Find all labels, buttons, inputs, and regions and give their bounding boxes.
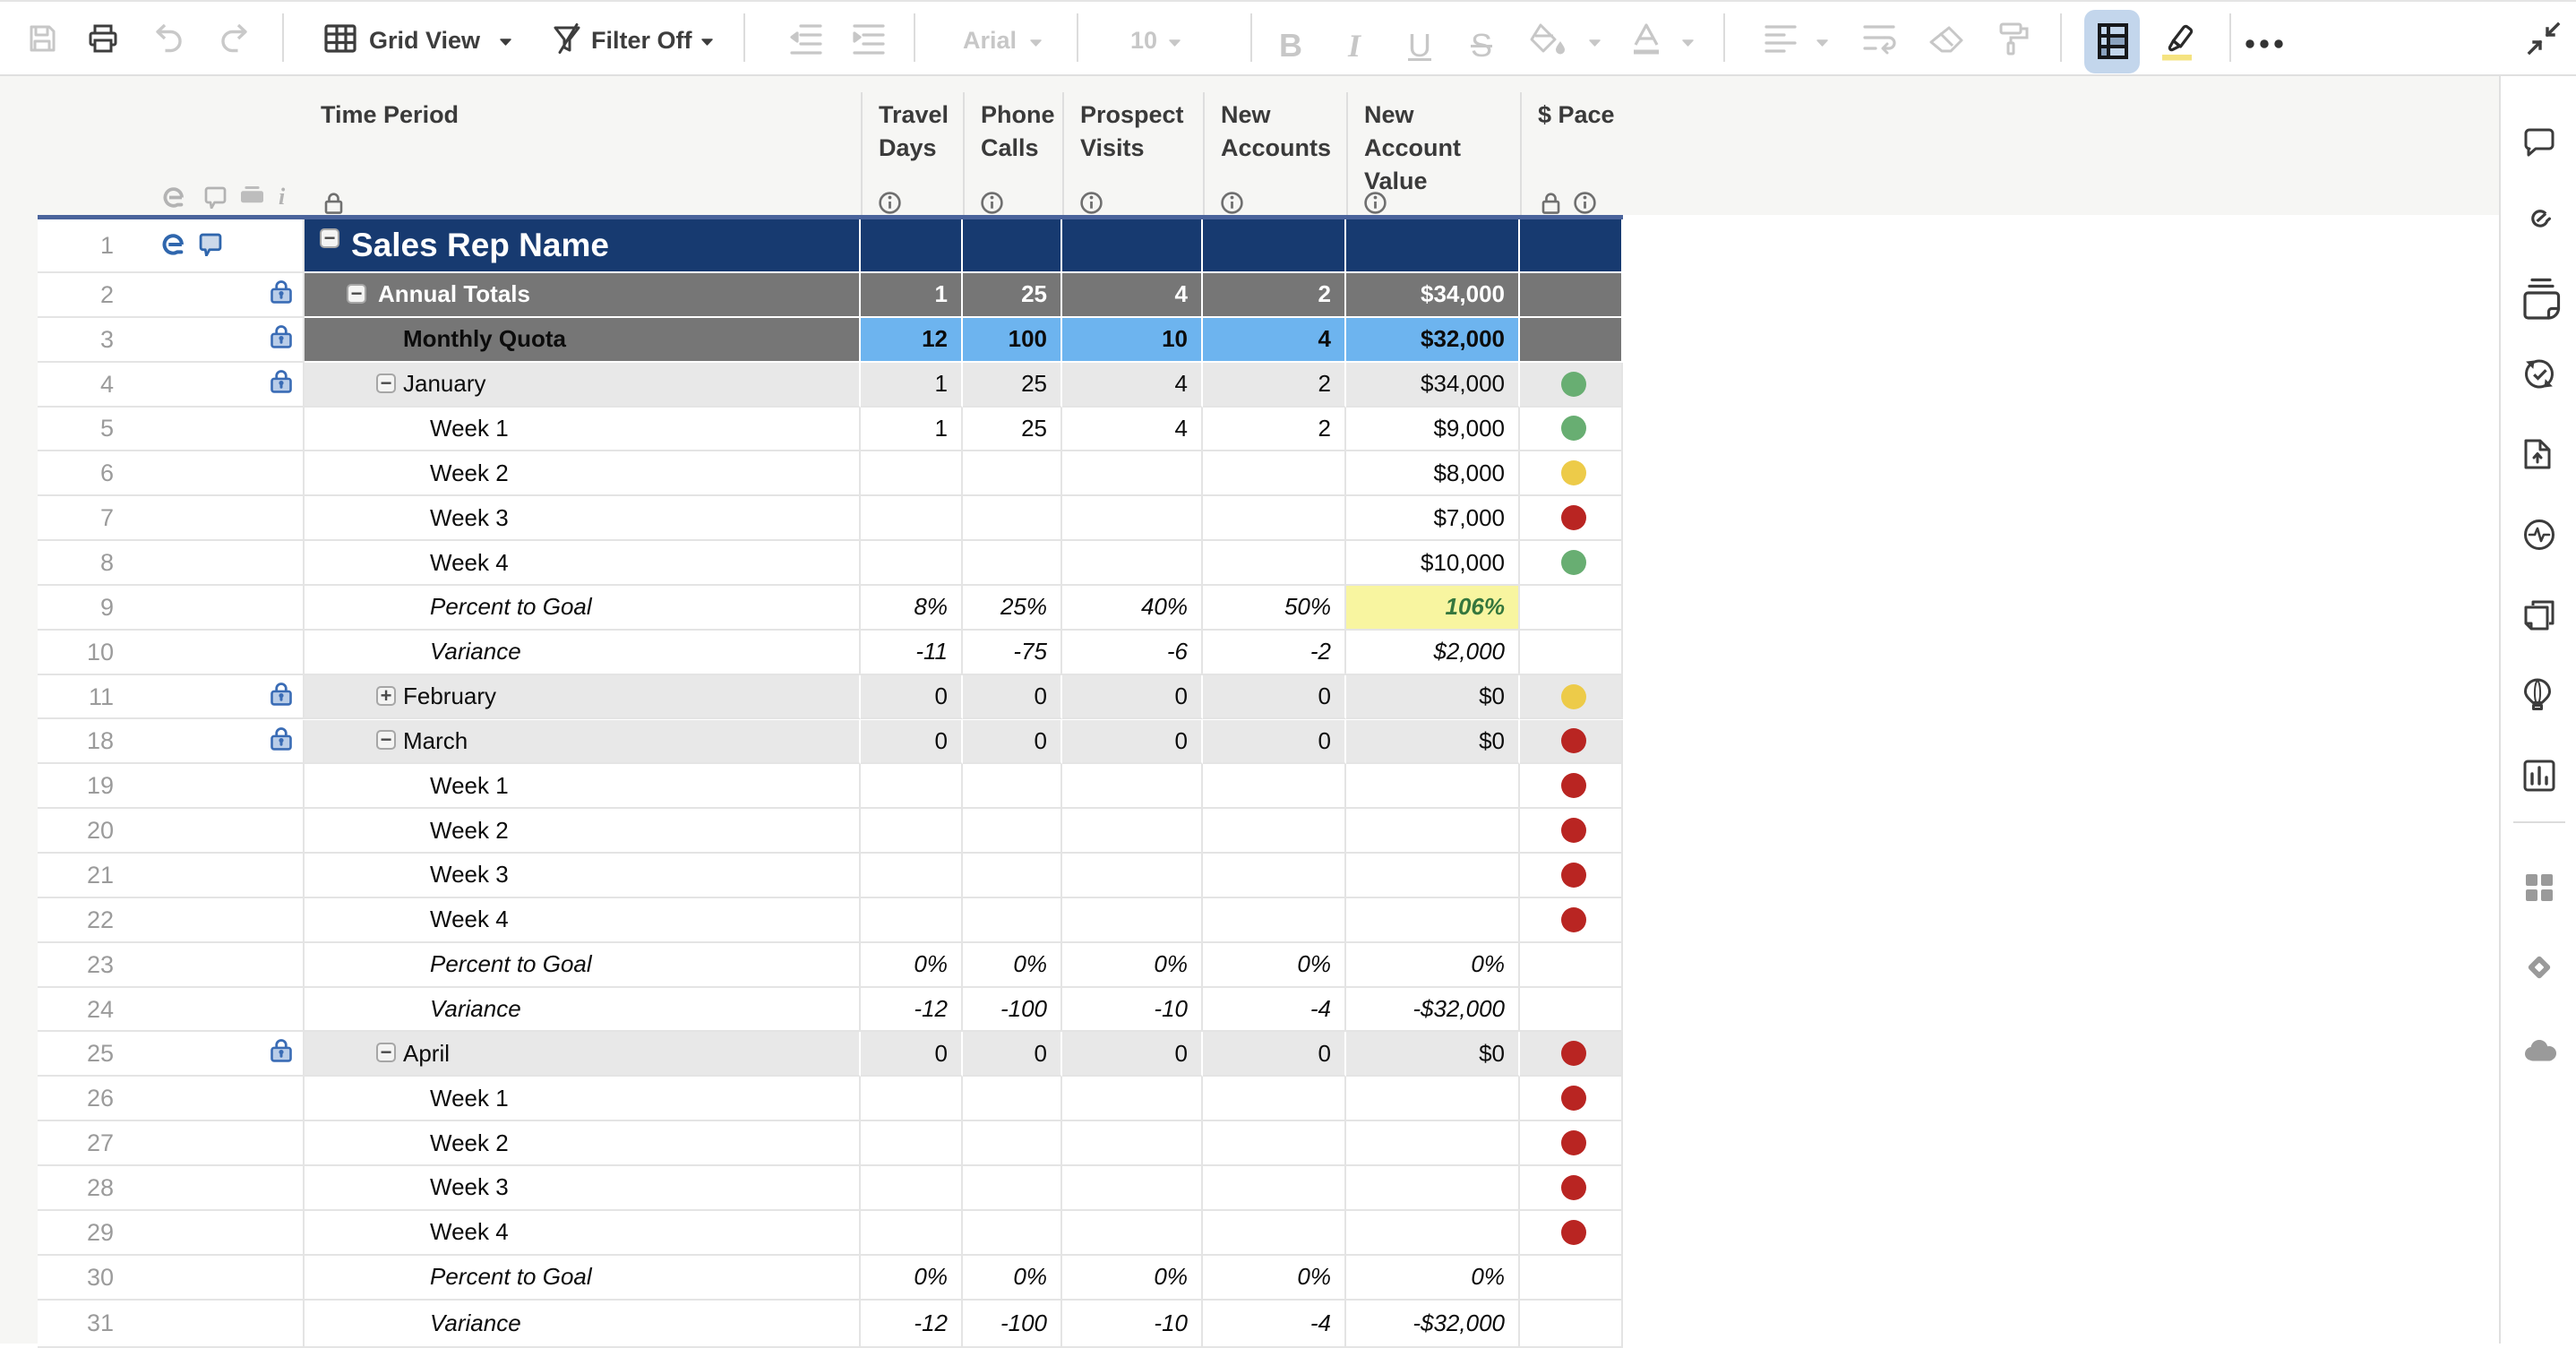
svg-text:i: i (279, 185, 286, 208)
